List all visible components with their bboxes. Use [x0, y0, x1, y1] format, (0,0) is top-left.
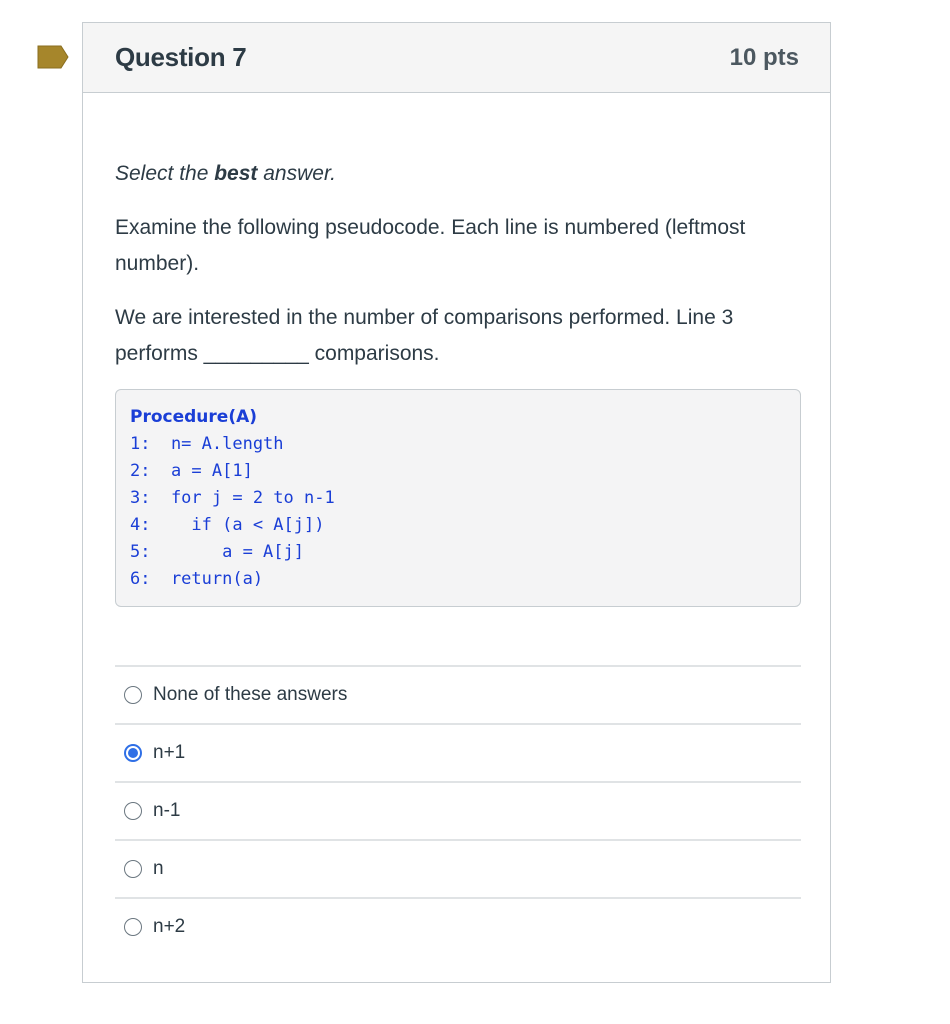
- radio-button[interactable]: [124, 918, 142, 936]
- instruction-suffix: answer.: [257, 162, 337, 185]
- code-line: 5: a = A[j]: [130, 542, 304, 562]
- question-paragraph: Examine the following pseudocode. Each l…: [115, 216, 746, 275]
- question-card: Question 7 10 pts Select the best answer…: [82, 22, 831, 983]
- instruction-prefix: Select the: [115, 162, 215, 185]
- answer-option[interactable]: None of these answers: [115, 665, 801, 723]
- answer-label: n+1: [153, 742, 186, 763]
- answer-label: n+2: [153, 916, 186, 937]
- flag-question-icon[interactable]: [37, 45, 69, 69]
- answer-option[interactable]: n-1: [115, 781, 801, 839]
- radio-button[interactable]: [124, 686, 142, 704]
- question-title: Question 7: [115, 42, 247, 72]
- radio-button-selected[interactable]: [124, 744, 142, 762]
- radio-button[interactable]: [124, 860, 142, 878]
- pseudocode-block: Procedure(A) 1: n= A.length 2: a = A[1] …: [115, 389, 801, 607]
- instruction-bold: best: [214, 162, 258, 185]
- answer-list: None of these answers n+1 n-1 n n+2: [115, 665, 801, 955]
- code-line: 6: return(a): [130, 569, 264, 589]
- code-line: 4: if (a < A[j]): [130, 515, 325, 535]
- instruction-text: Select the best answer.: [115, 162, 336, 186]
- code-line: 3: for j = 2 to n-1: [130, 488, 335, 508]
- answer-option[interactable]: n+1: [115, 723, 801, 781]
- code-header: Procedure(A): [130, 407, 258, 427]
- answer-label: None of these answers: [153, 684, 348, 705]
- question-points: 10 pts: [729, 43, 799, 71]
- answer-label: n-1: [153, 800, 181, 821]
- code-line: 2: a = A[1]: [130, 461, 253, 481]
- answer-option[interactable]: n: [115, 839, 801, 897]
- question-header: Question 7 10 pts: [83, 23, 830, 93]
- answer-option[interactable]: n+2: [115, 897, 801, 955]
- radio-button[interactable]: [124, 802, 142, 820]
- question-prompt: We are interested in the number of compa…: [115, 306, 734, 365]
- code-line: 1: n= A.length: [130, 434, 284, 454]
- answer-label: n: [153, 858, 164, 879]
